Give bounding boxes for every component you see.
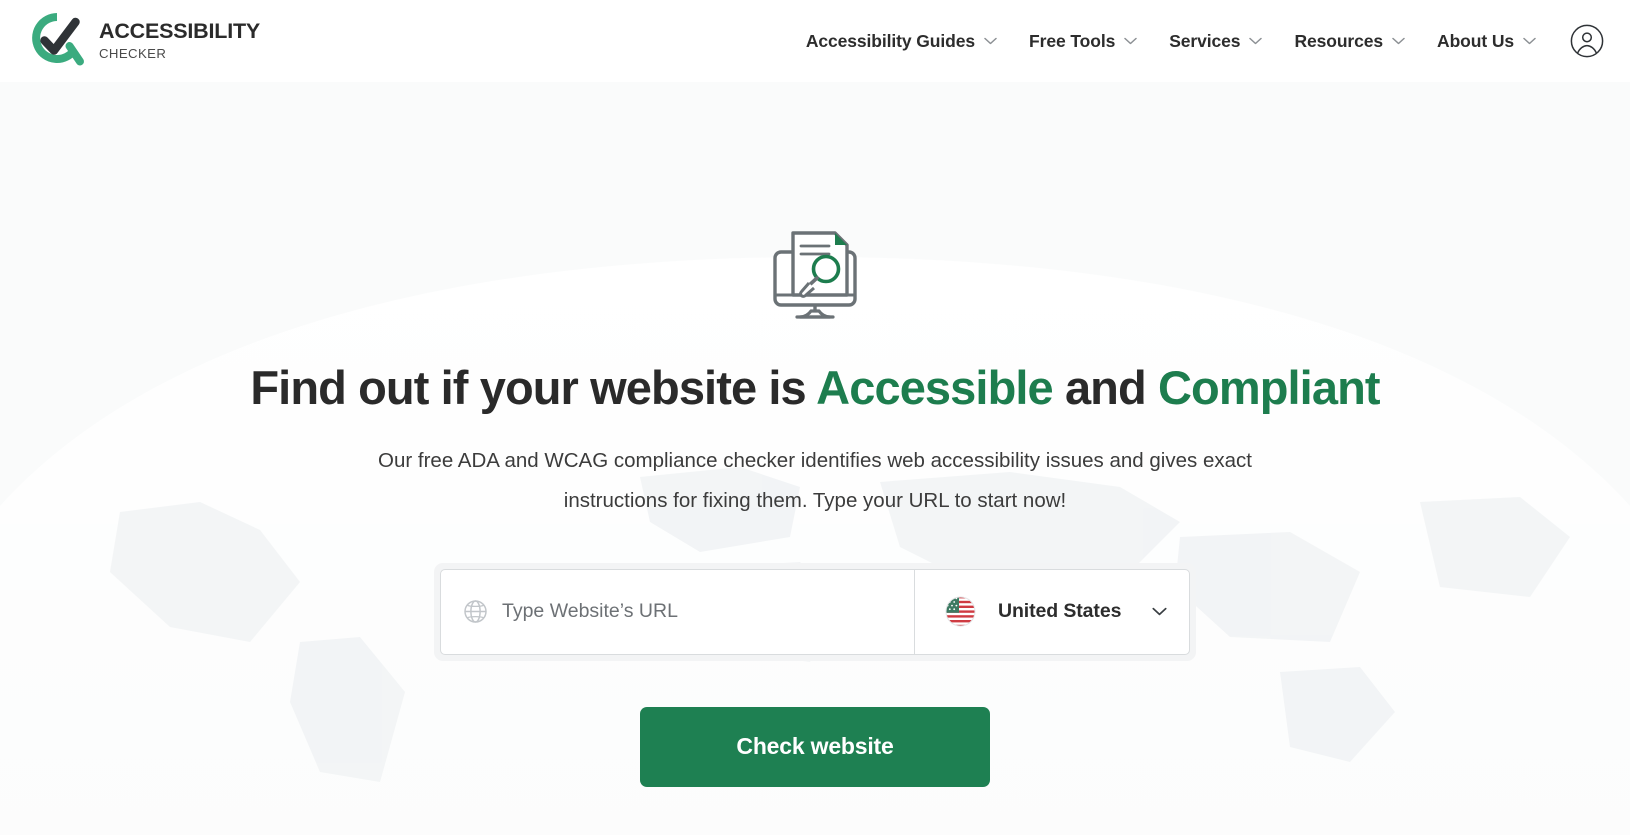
accessibility-check-logo-icon: [32, 13, 84, 66]
brand-title: ACCESSIBILITY: [99, 19, 261, 44]
landing-page: ACCESSIBILITY CHECKER Accessibility Guid…: [0, 0, 1630, 835]
headline-highlight-accessible: Accessible: [816, 361, 1054, 414]
nav-item-label: About Us: [1437, 30, 1514, 51]
us-flag-icon: [945, 596, 976, 627]
nav-item-label: Free Tools: [1029, 30, 1116, 51]
check-website-button[interactable]: Check website: [640, 706, 990, 787]
brand-logo-link[interactable]: ACCESSIBILITY CHECKER: [28, 13, 260, 69]
nav-item-accessibility-guides[interactable]: Accessibility Guides: [790, 23, 1013, 60]
headline-part-1: Find out if your website is: [250, 361, 817, 414]
nav-item-free-tools[interactable]: Free Tools: [1013, 23, 1153, 60]
url-check-form: United States: [434, 562, 1196, 661]
nav-item-label: Services: [1169, 30, 1241, 51]
nav-item-about-us[interactable]: About Us: [1421, 23, 1552, 60]
nav-item-label: Accessibility Guides: [805, 30, 976, 51]
monitor-document-magnifier-icon: [773, 231, 857, 319]
url-input-wrapper[interactable]: [441, 570, 914, 654]
globe-icon: [464, 600, 487, 623]
headline-highlight-compliant: Compliant: [1157, 361, 1381, 414]
nav-item-services[interactable]: Services: [1153, 23, 1278, 60]
chevron-down-icon: [1392, 37, 1405, 45]
nav-item-label: Resources: [1294, 30, 1384, 51]
page-title: Find out if your website is Accessible a…: [250, 361, 1381, 415]
main-navigation: Accessibility Guides Free Tools Services…: [790, 23, 1604, 60]
hero-section: Find out if your website is Accessible a…: [0, 82, 1630, 835]
site-header: ACCESSIBILITY CHECKER Accessibility Guid…: [0, 0, 1630, 82]
country-selected-label: United States: [998, 600, 1122, 623]
user-account-circle-icon[interactable]: [1570, 24, 1604, 58]
chevron-down-icon: [1152, 607, 1167, 616]
country-selector[interactable]: United States: [915, 570, 1189, 654]
url-check-input-group: United States: [440, 568, 1190, 655]
hero-content: Find out if your website is Accessible a…: [0, 82, 1630, 835]
chevron-down-icon: [1523, 37, 1536, 45]
brand-wordmark: ACCESSIBILITY CHECKER: [99, 20, 260, 62]
chevron-down-icon: [1124, 37, 1137, 45]
headline-part-2: and: [1052, 361, 1158, 414]
chevron-down-icon: [984, 37, 997, 45]
chevron-down-icon: [1249, 37, 1263, 45]
nav-item-resources[interactable]: Resources: [1278, 23, 1421, 60]
page-subtitle: Our free ADA and WCAG compliance checker…: [378, 448, 1252, 512]
url-input[interactable]: [502, 600, 894, 624]
brand-subtitle: CHECKER: [99, 45, 167, 61]
